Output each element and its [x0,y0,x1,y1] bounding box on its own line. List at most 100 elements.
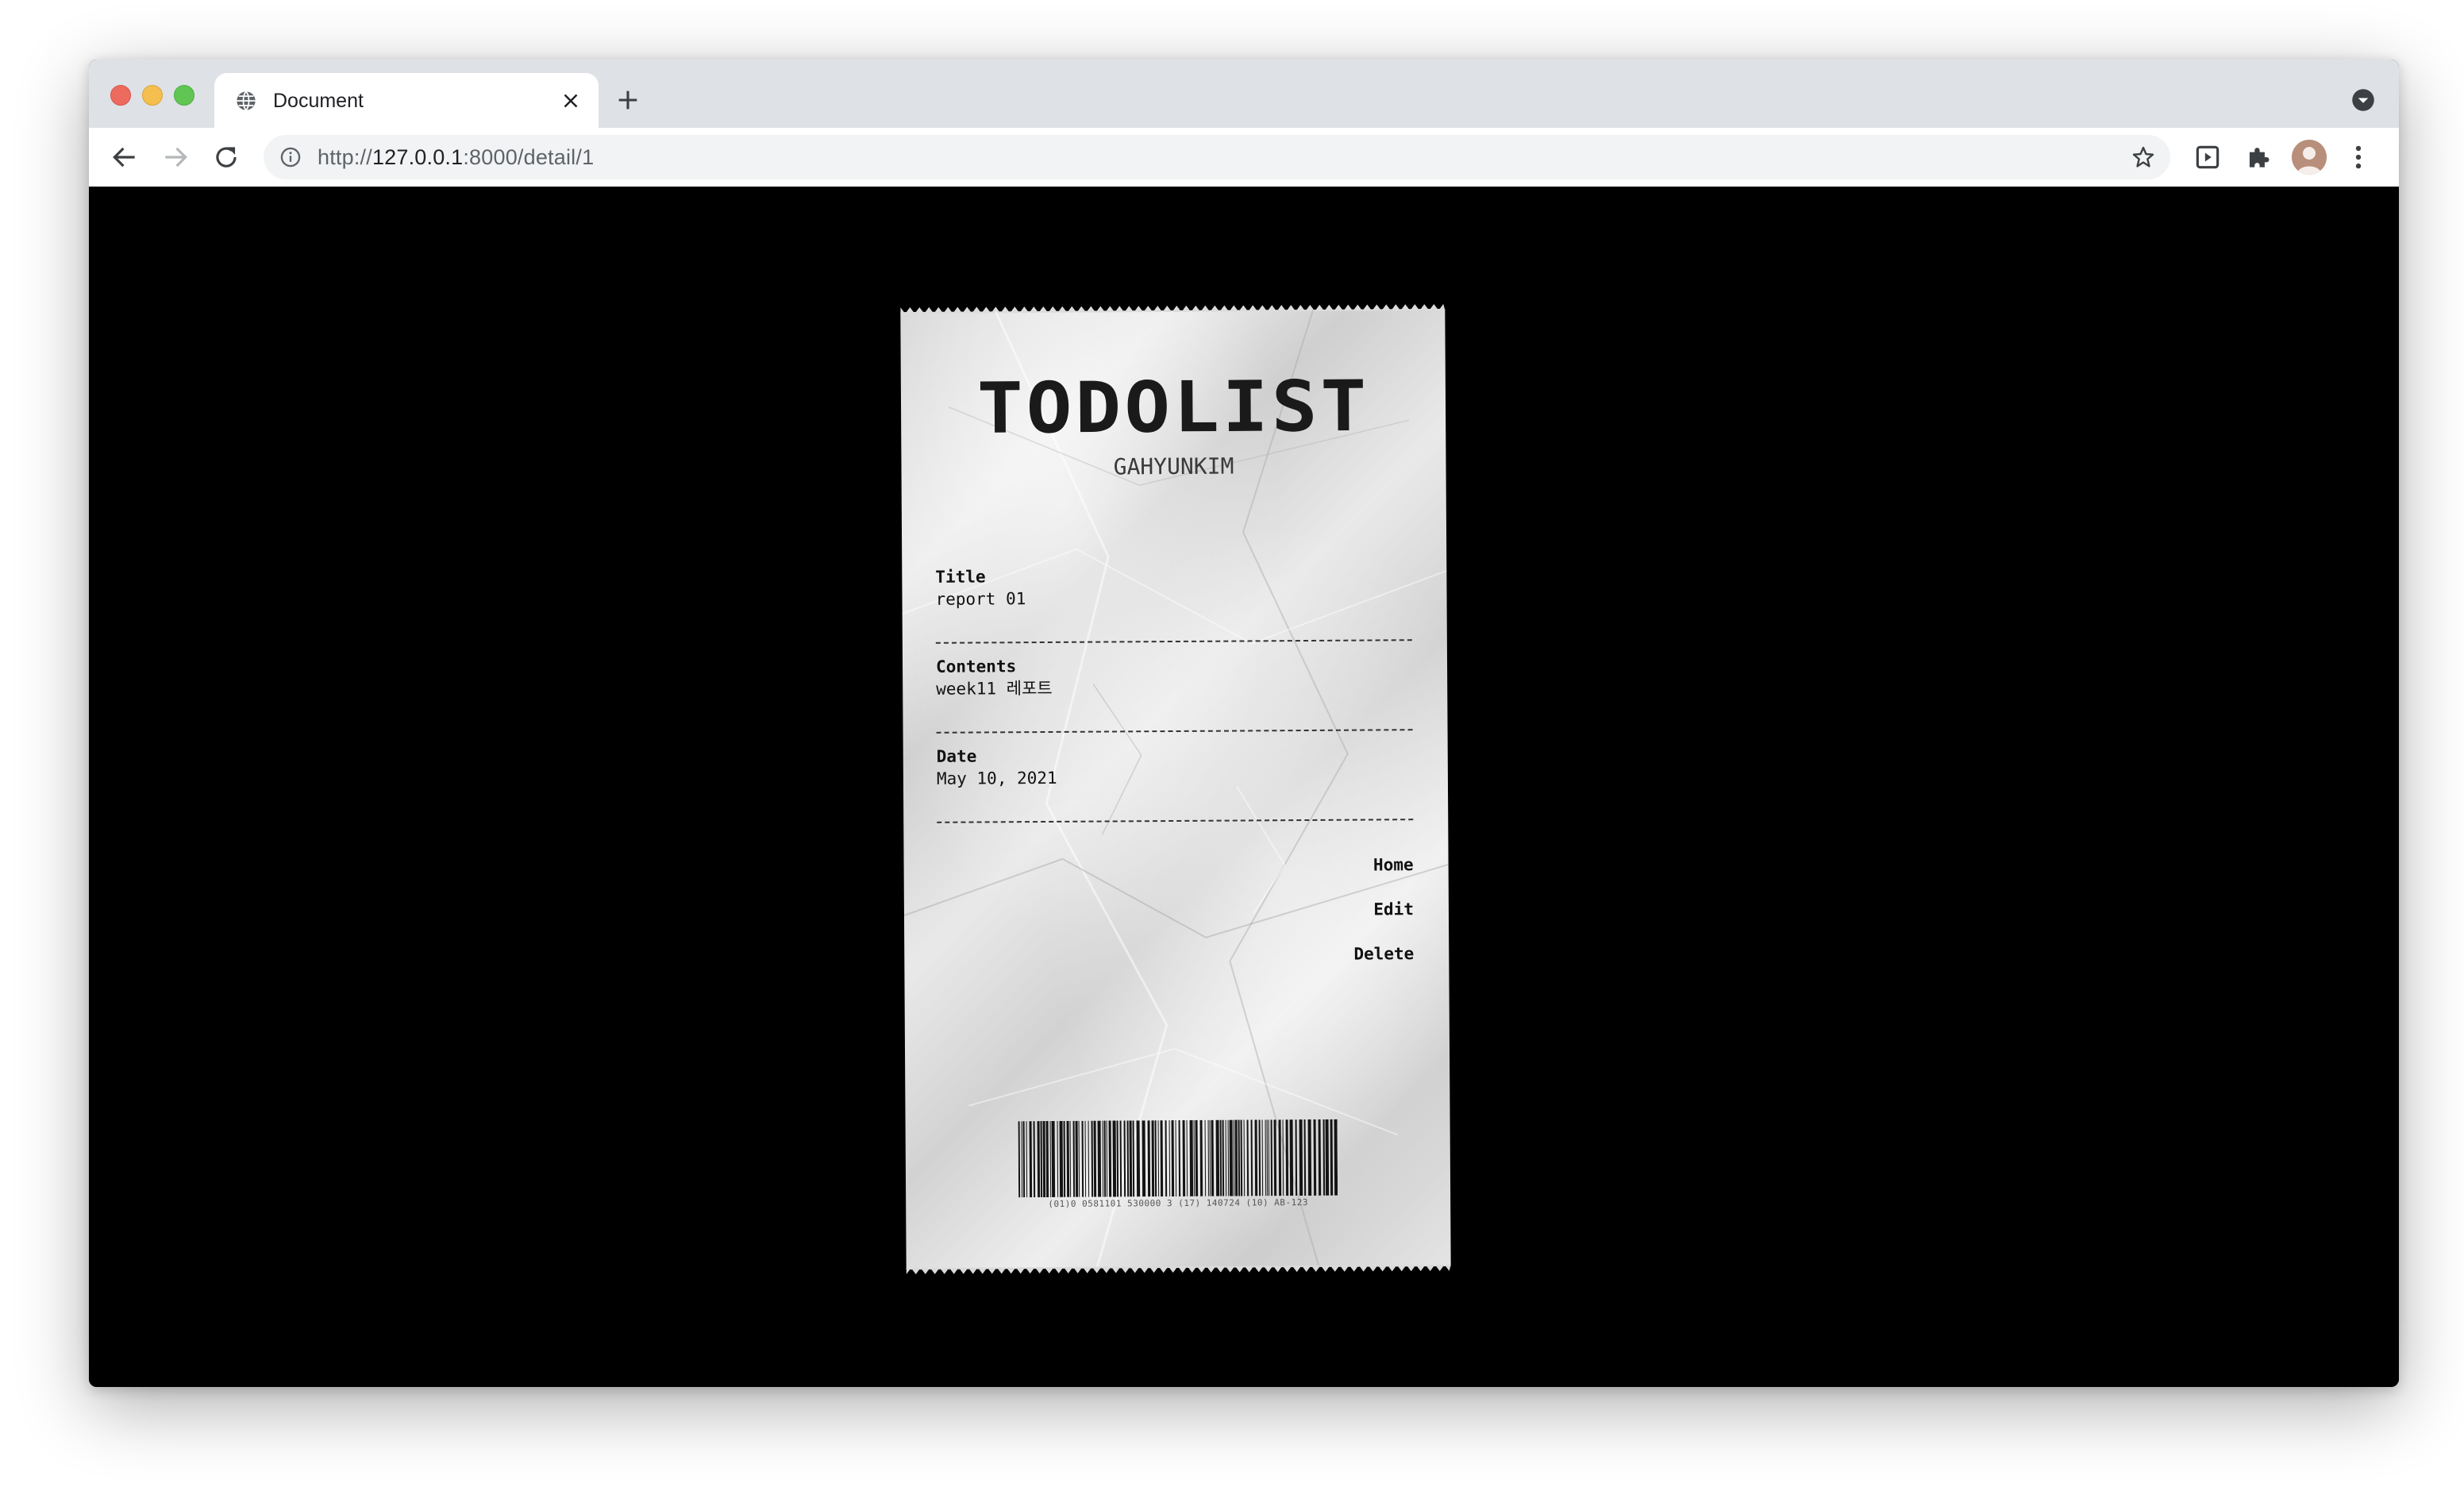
tab-strip: Document [89,60,2399,129]
barcode-bar [1136,1120,1141,1197]
maximize-window-button[interactable] [174,85,194,106]
barcode-bar [1069,1120,1072,1197]
barcode-bar [1129,1120,1133,1197]
barcode-bar [1222,1119,1225,1196]
barcode-bar [1066,1120,1070,1197]
barcode-bar [1022,1121,1026,1198]
barcode-bar [1204,1119,1207,1196]
edit-link[interactable]: Edit [1373,898,1414,920]
barcode-bar [1126,1120,1130,1197]
barcode-bar [1075,1120,1079,1197]
barcode-bar [1026,1121,1028,1198]
title-field: Title report 01 [935,563,1411,611]
tab-document[interactable]: Document [214,73,599,129]
barcode-bar [1313,1119,1317,1196]
barcode-bar [1254,1119,1258,1196]
barcode-bar [1273,1119,1277,1196]
barcode-bar [1154,1120,1157,1197]
barcode-bar [1282,1119,1284,1196]
barcode-bar [1238,1119,1241,1196]
barcode-bar [1193,1119,1195,1196]
barcode-bar [1195,1119,1199,1196]
kebab-menu-icon[interactable] [2343,142,2374,172]
barcode-bar [1322,1119,1326,1196]
barcode-bar [1175,1120,1177,1197]
barcode-bar [1330,1119,1334,1196]
url-text[interactable]: http://127.0.0.1:8000/detail/1 [318,144,594,171]
barcode-bar [1334,1119,1338,1196]
browser-toolbar: http://127.0.0.1:8000/detail/1 [89,128,2399,187]
barcode-bar [1227,1119,1230,1196]
barcode-bar [1225,1119,1227,1196]
barcode-bar [1233,1119,1235,1196]
barcode-bar [1219,1119,1222,1196]
receipt-card: TODOLIST GAHYUNKIM Title report 01 Conte… [900,303,1451,1275]
barcode-bar [1234,1119,1238,1196]
barcode-bar [1246,1119,1249,1196]
receipt-subtitle: GAHYUNKIM [1113,453,1234,480]
barcode-bar [1091,1120,1094,1197]
close-tab-icon[interactable] [559,89,583,113]
globe-icon [237,91,256,111]
avatar[interactable] [2292,140,2327,175]
url-host: 127.0.0.1 [372,145,464,169]
chevron-down-circle-icon[interactable] [2351,88,2375,112]
barcode-bar [1106,1120,1108,1197]
barcode-bar [1278,1119,1282,1196]
barcode-bar [1209,1119,1211,1196]
address-bar[interactable]: http://127.0.0.1:8000/detail/1 [264,135,2170,179]
barcode-bar [1229,1119,1234,1196]
barcode-bar [1057,1120,1059,1197]
reload-icon[interactable] [211,142,241,172]
barcode-bar [1165,1120,1168,1197]
barcode-bar [1182,1119,1186,1196]
barcode-bar [1307,1119,1312,1196]
barcode-bar [1325,1119,1330,1196]
arrow-right-icon[interactable] [160,142,191,172]
contents-label: Contents [935,657,1017,676]
barcode-bar [1240,1119,1243,1196]
barcode-bar [1266,1119,1269,1196]
barcode-bar [1207,1119,1210,1196]
star-icon[interactable] [2131,144,2156,170]
barcode-bar [1265,1119,1267,1196]
delete-link[interactable]: Delete [1353,942,1414,965]
arrow-left-icon[interactable] [110,142,140,172]
barcode-bar [1045,1120,1049,1198]
media-router-icon[interactable] [2193,142,2223,172]
barcode-bar [1132,1120,1135,1197]
barcode-bar [1040,1121,1043,1198]
barcode-bar [1108,1120,1112,1197]
close-window-button[interactable] [110,85,131,106]
barcode-bar [1142,1120,1146,1197]
title-label: Title [935,567,986,587]
minimize-window-button[interactable] [142,85,163,106]
barcode-bar [1215,1119,1220,1196]
barcode-bar [1037,1121,1041,1198]
barcode-bar [1299,1119,1303,1196]
barcode-bar [1160,1120,1164,1197]
barcode-bar [1270,1119,1273,1196]
barcode-bar [1088,1120,1090,1197]
home-link[interactable]: Home [1373,853,1414,876]
barcode-bar [1199,1119,1203,1196]
barcode-bar [1250,1119,1253,1196]
barcode-bar [1021,1121,1023,1198]
plus-icon[interactable] [614,87,641,114]
barcode-bar [1189,1119,1194,1196]
puzzle-icon[interactable] [2243,142,2273,172]
barcode-bar [1168,1120,1171,1197]
barcode-bar [1243,1119,1245,1196]
tab-title: Document [273,90,364,112]
date-label: Date [936,746,977,766]
barcode-bar [1119,1120,1122,1197]
barcode-bar [1318,1119,1322,1196]
date-field: Date May 10, 2021 [937,742,1413,790]
barcode-number: (01)0 0581101 530000 3 (17) 140724 (10) … [1048,1196,1309,1209]
barcode-bar [1029,1121,1033,1198]
barcode-bar [1033,1121,1036,1198]
date-value: May 10, 2021 [936,768,1057,788]
barcode-bar [1171,1120,1175,1197]
barcode-bar [1102,1120,1104,1197]
info-icon[interactable] [279,146,302,168]
